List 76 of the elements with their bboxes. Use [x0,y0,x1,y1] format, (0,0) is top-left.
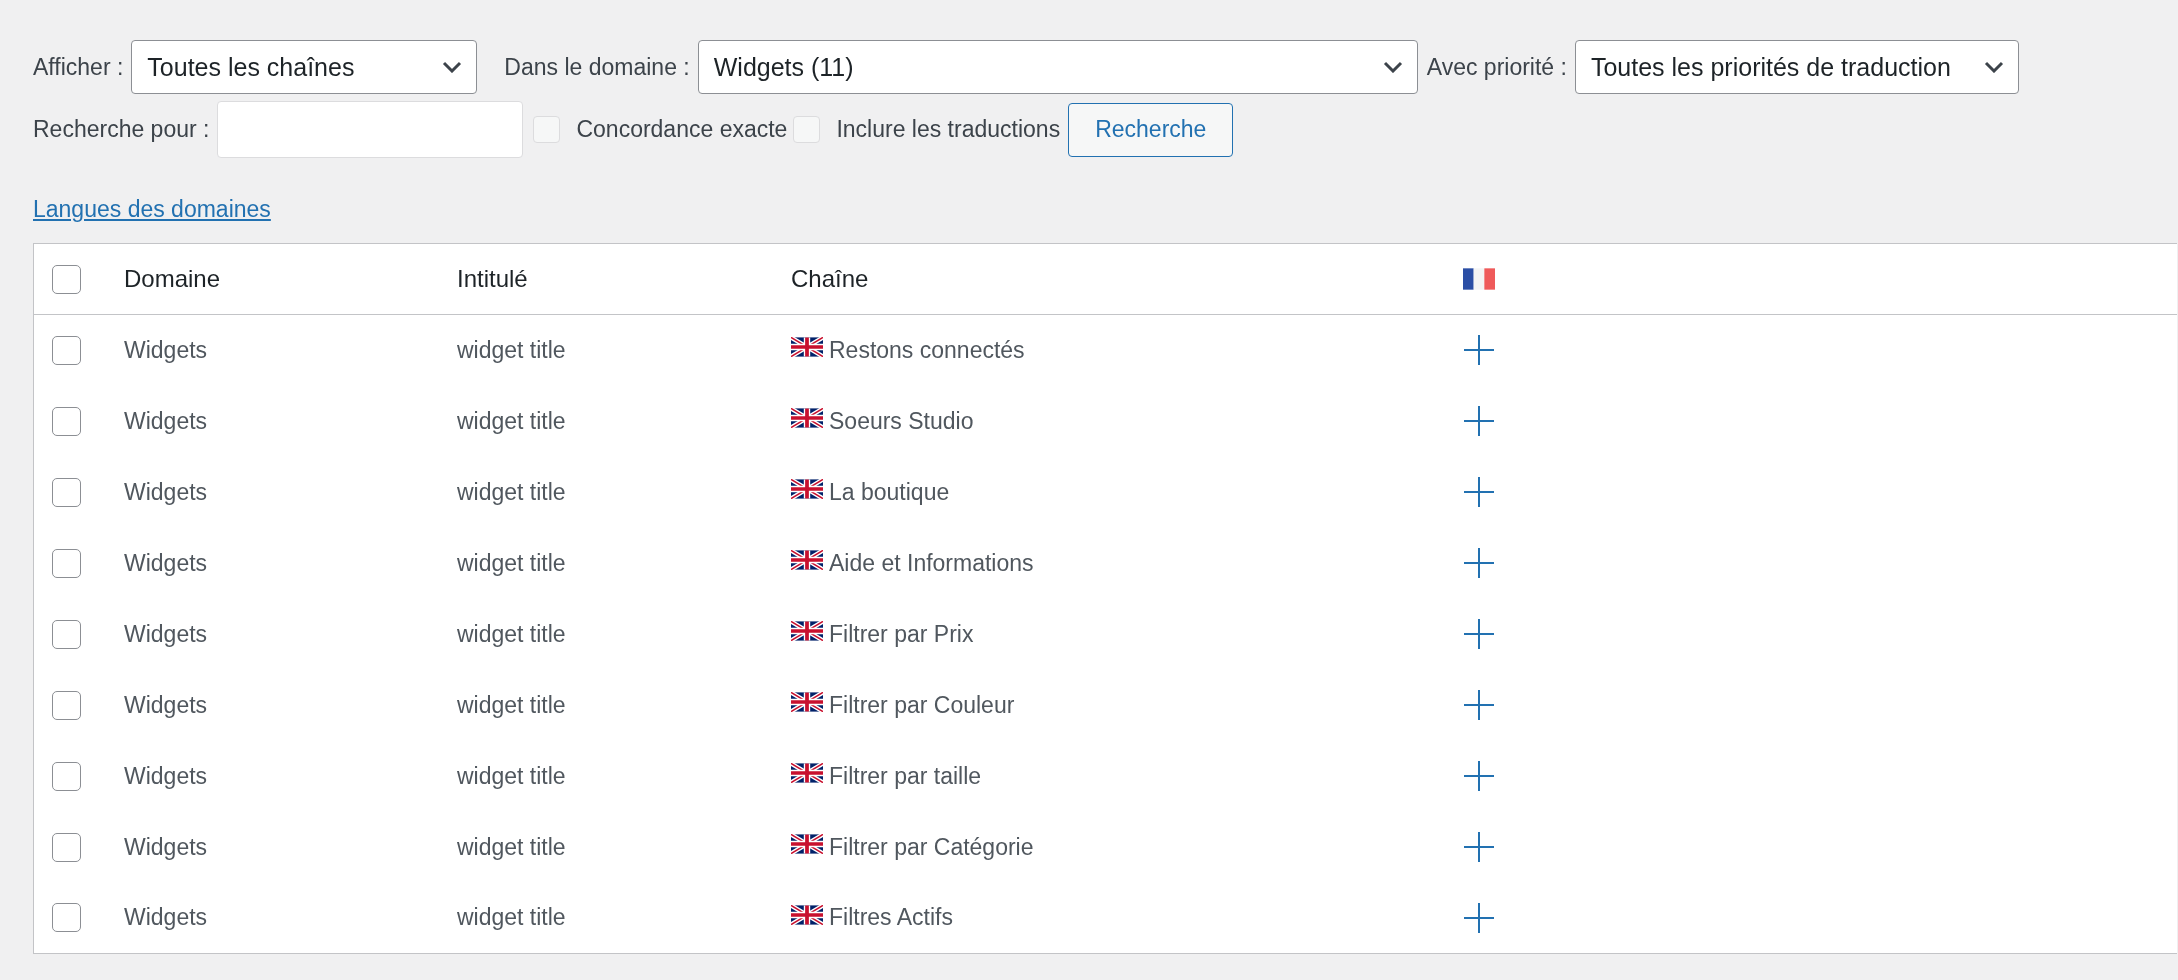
string-cell: Restons connectés [829,336,1025,364]
show-dropdown[interactable]: Toutes les chaînes [131,40,478,94]
row-checkbox[interactable] [52,903,81,933]
row-checkbox[interactable] [52,335,81,365]
row-checkbox[interactable] [52,832,81,862]
string-cell: Soeurs Studio [829,407,974,435]
chevron-down-icon [442,61,463,73]
name-cell: widget title [457,407,566,434]
domain-cell: Widgets [124,833,208,860]
domain-cell: Widgets [124,762,208,789]
search-field[interactable] [217,101,524,158]
add-translation-icon[interactable] [1463,689,1495,721]
domain-label: Dans le domaine : [504,53,690,81]
domain-cell: Widgets [124,549,208,576]
search-button[interactable]: Recherche [1068,102,1234,157]
uk-flag-icon [791,692,823,712]
string-cell: Filtrer par taille [829,762,982,790]
name-cell: widget title [457,620,566,647]
domain-languages-link[interactable]: Langues des domaines [33,196,271,223]
uk-flag-icon [791,479,823,499]
uk-flag-icon [791,834,823,854]
include-translations-label: Inclure les traductions [836,116,1061,143]
add-translation-icon[interactable] [1463,831,1495,863]
row-checkbox[interactable] [52,690,81,720]
include-translations-checkbox[interactable] [793,116,821,143]
row-checkbox[interactable] [52,619,81,649]
priority-dropdown[interactable]: Toutes les priorités de traduction [1574,40,2019,94]
uk-flag-icon [791,550,823,570]
uk-flag-icon [791,904,823,925]
name-cell: widget title [457,904,566,931]
string-cell: Aide et Informations [829,549,1034,577]
name-cell: widget title [457,336,566,363]
string-cell: Filtrer par Prix [829,620,974,648]
add-translation-icon[interactable] [1463,618,1495,650]
uk-flag-icon [791,621,823,641]
uk-flag-icon [791,337,823,358]
name-cell: widget title [457,478,566,505]
domain-cell: Widgets [124,336,208,363]
name-cell: widget title [457,549,566,576]
domain-cell: Widgets [124,478,208,505]
domain-cell: Widgets [124,620,208,647]
column-header[interactable]: Chaîne [791,265,869,292]
column-header[interactable]: Domaine [124,265,221,292]
add-translation-icon[interactable] [1463,901,1495,934]
name-cell: widget title [457,762,566,789]
domain-cell: Widgets [124,407,208,434]
row-checkbox[interactable] [52,406,81,436]
add-translation-icon[interactable] [1463,334,1495,367]
add-translation-icon[interactable] [1463,760,1495,792]
exact-match-checkbox[interactable] [533,116,561,143]
string-cell: Filtrer par Catégorie [829,833,1034,861]
uk-flag-icon [791,763,823,783]
domain-cell: Widgets [124,904,208,931]
name-cell: widget title [457,833,566,860]
chevron-down-icon [1983,61,2004,73]
domain-dropdown[interactable]: Widgets (11) [697,40,1418,94]
column-header[interactable]: Intitulé [457,265,528,292]
exact-match-label: Concordance exacte [576,116,788,143]
string-cell: Filtres Actifs [829,904,953,932]
row-checkbox[interactable] [52,761,81,791]
row-checkbox[interactable] [52,477,81,507]
domain-cell: Widgets [124,691,208,718]
row-checkbox[interactable] [52,548,81,578]
show-label: Afficher : [33,53,124,81]
add-translation-icon[interactable] [1463,547,1495,579]
priority-label: Avec priorité : [1426,53,1567,81]
chevron-down-icon [1382,61,1403,73]
string-cell: La boutique [829,478,950,506]
select-all-checkbox[interactable] [52,264,81,294]
uk-flag-icon [791,408,823,428]
add-translation-icon[interactable] [1463,405,1495,437]
add-translation-icon[interactable] [1463,476,1495,508]
string-cell: Filtrer par Couleur [829,691,1015,719]
search-label: Recherche pour : [33,116,210,143]
name-cell: widget title [457,691,566,718]
france-flag-icon [1463,268,1495,290]
